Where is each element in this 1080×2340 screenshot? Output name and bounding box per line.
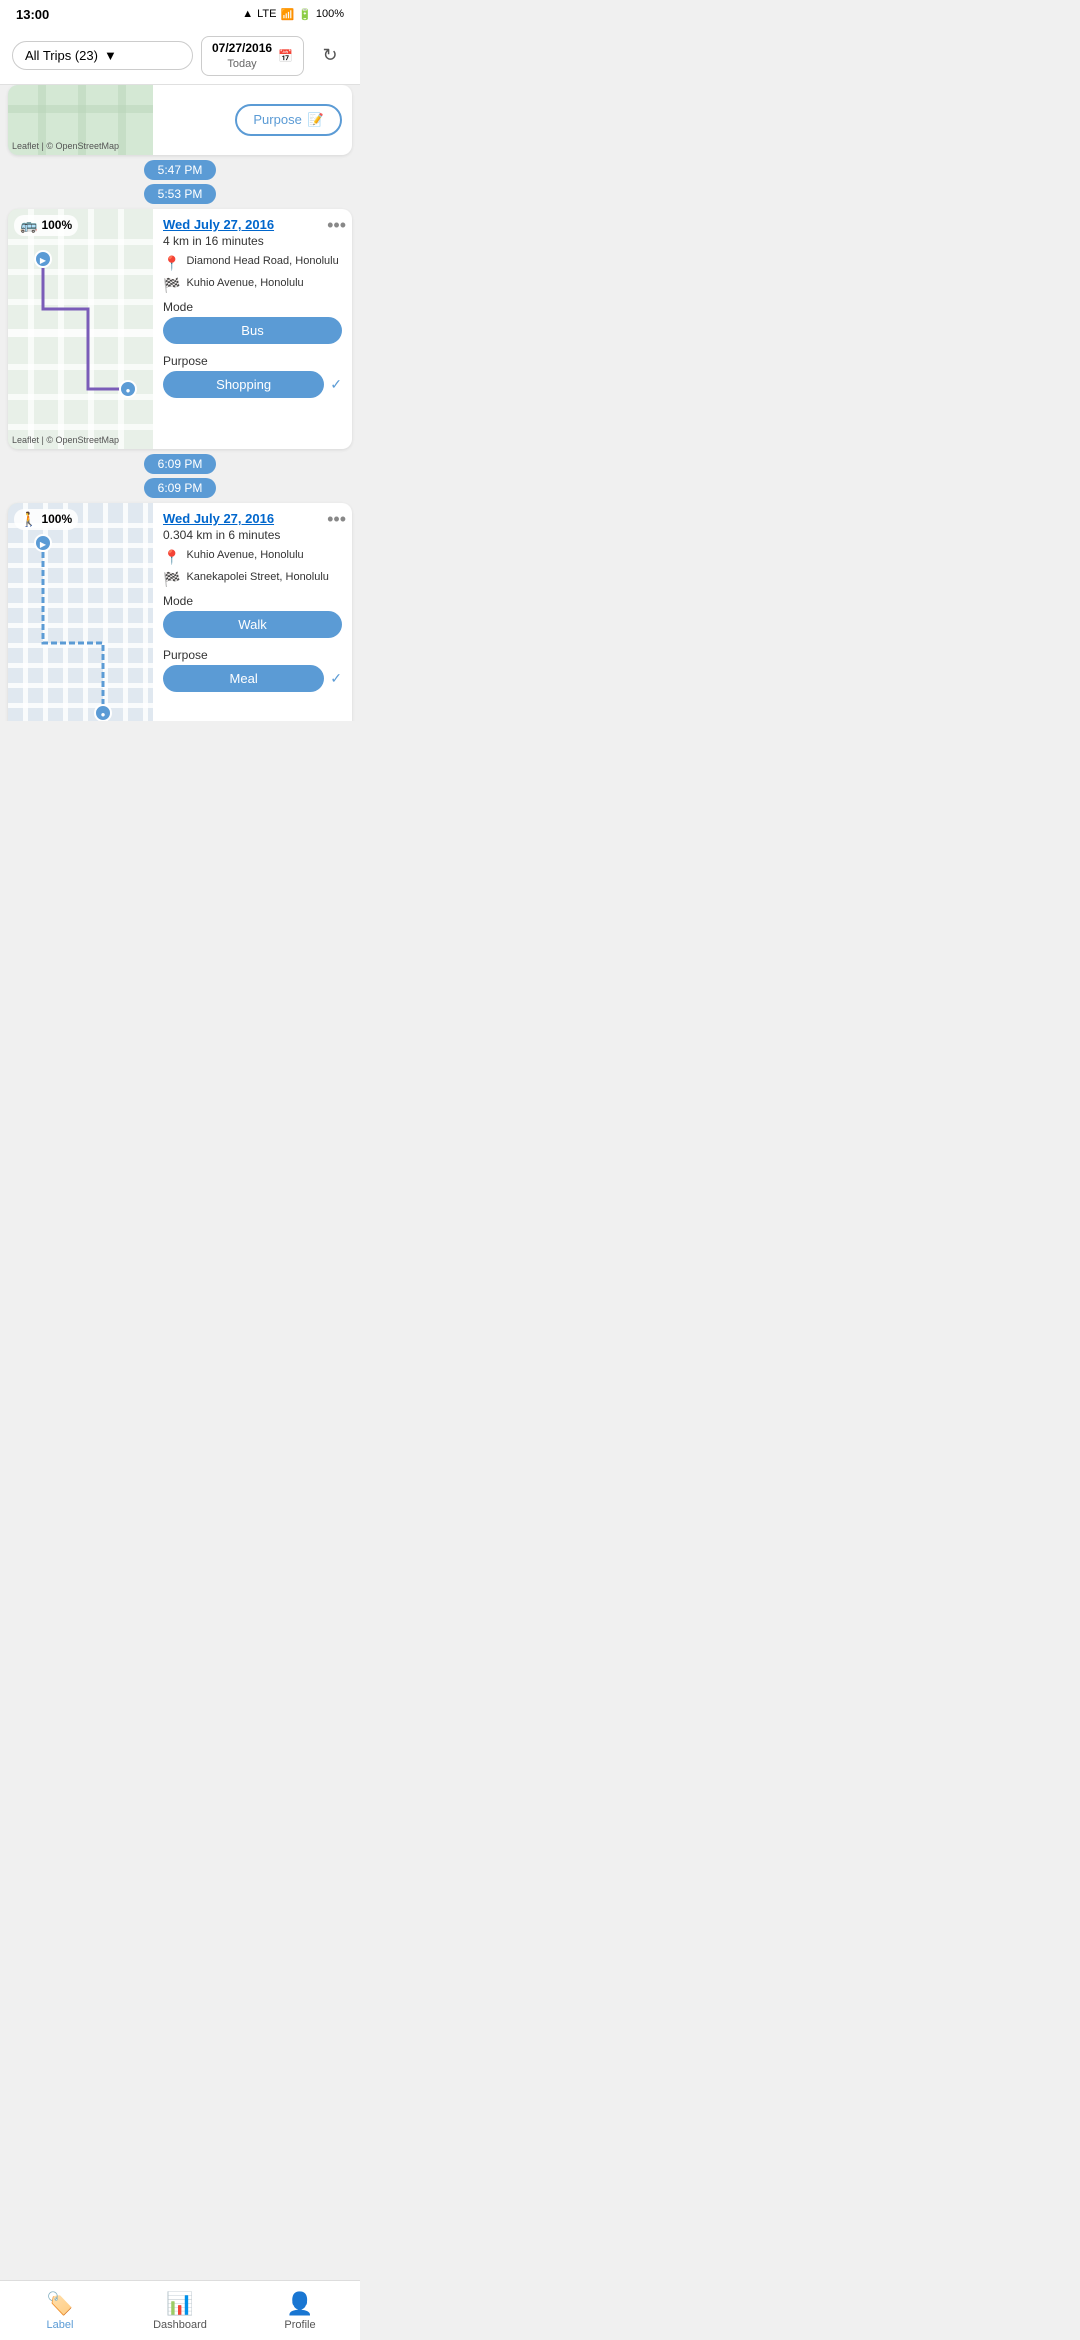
svg-text:●: ● (101, 710, 106, 719)
time-badge-547: 5:47 PM (0, 161, 360, 179)
more-button-bus[interactable]: ••• (327, 215, 346, 236)
trip-date-walk[interactable]: Wed July 27, 2016 (163, 511, 342, 526)
battery-icon: 🔋 (298, 8, 312, 21)
trips-dropdown[interactable]: All Trips (23) ▼ (12, 41, 193, 70)
date-text: 07/27/2016 Today (212, 41, 272, 71)
map-section-walk: ▶ ● 🚶 100% Leaflet | © OpenStreetMap (8, 503, 153, 721)
time-553: 5:53 PM (144, 184, 217, 204)
origin-icon-walk: 📍 (163, 549, 180, 566)
map-attr-bus: Leaflet | © OpenStreetMap (12, 435, 119, 445)
purpose-button-bus[interactable]: Shopping (163, 371, 324, 398)
to-text-walk: Kanekapolei Street, Honolulu (186, 570, 328, 584)
from-text-bus: Diamond Head Road, Honolulu (186, 254, 338, 268)
check-icon-bus: ✓ (330, 376, 342, 393)
svg-text:▶: ▶ (40, 256, 47, 265)
mode-label-bus: Mode (163, 300, 342, 314)
more-button-walk[interactable]: ••• (327, 509, 346, 530)
mode-badge-walk: 🚶 100% (14, 509, 78, 530)
purpose-label-top: Purpose (253, 112, 301, 127)
lte-label: LTE (257, 8, 276, 20)
check-icon-walk: ✓ (330, 670, 342, 687)
nav-item-dashboard[interactable]: 📊 Dashboard (120, 2281, 240, 2340)
refresh-button[interactable]: ↻ (312, 38, 348, 74)
nav-label-label: Label (47, 2319, 74, 2331)
bottom-nav: 🏷️ Label 📊 Dashboard 👤 Profile (0, 2280, 360, 2340)
time-609: 6:09 PM (144, 454, 217, 474)
status-time: 13:00 (16, 7, 49, 22)
to-location-bus: 🏁 Kuhio Avenue, Honolulu (163, 276, 342, 294)
trip-distance-bus: 4 km in 16 minutes (163, 234, 342, 248)
time-547: 5:47 PM (144, 160, 217, 180)
purpose-edit-icon: 📝 (308, 112, 324, 128)
status-bar: 13:00 ▲ LTE 📶 🔋 100% (0, 0, 360, 28)
calendar-icon: 📅 (278, 49, 293, 63)
purpose-button-top[interactable]: Purpose 📝 (235, 104, 342, 136)
map-section-bus: ▶ ● 🚌 100% Leaflet | © OpenStreetMap (8, 209, 153, 449)
status-icons: ▲ LTE 📶 🔋 100% (242, 8, 344, 21)
svg-text:▶: ▶ (40, 540, 47, 549)
trip-card-walk: ▶ ● 🚶 100% Leaflet | © OpenStreetMap •••… (8, 503, 352, 721)
mode-badge-bus: 🚌 100% (14, 215, 78, 236)
mode-button-bus[interactable]: Bus (163, 317, 342, 344)
svg-text:●: ● (126, 386, 131, 395)
partial-map: Leaflet | © OpenStreetMap (8, 85, 153, 155)
to-location-walk: 🏁 Kanekapolei Street, Honolulu (163, 570, 342, 588)
time-609b: 6:09 PM (144, 478, 217, 498)
date-value: 07/27/2016 (212, 41, 272, 57)
time-badge-553: 5:53 PM (0, 185, 360, 203)
battery-percent: 100% (316, 8, 344, 20)
profile-icon: 👤 (286, 2291, 313, 2317)
mode-label-walk: Mode (163, 594, 342, 608)
scroll-content: Leaflet | © OpenStreetMap Purpose 📝 5:47… (0, 85, 360, 721)
purpose-row-bus: Shopping ✓ (163, 371, 342, 398)
from-location-walk: 📍 Kuhio Avenue, Honolulu (163, 548, 342, 566)
partial-card-top: Leaflet | © OpenStreetMap Purpose 📝 (8, 85, 352, 155)
nav-item-profile[interactable]: 👤 Profile (240, 2281, 360, 2340)
nav-label-profile: Profile (284, 2319, 315, 2331)
trip-card-bus: ▶ ● 🚌 100% Leaflet | © OpenStreetMap •••… (8, 209, 352, 449)
purpose-row-walk: Meal ✓ (163, 665, 342, 692)
trips-label: All Trips (23) (25, 48, 98, 63)
info-section-bus: ••• Wed July 27, 2016 4 km in 16 minutes… (153, 209, 352, 449)
bus-percent: 100% (41, 218, 72, 232)
refresh-icon: ↻ (322, 45, 337, 66)
label-icon: 🏷️ (46, 2291, 73, 2317)
walk-percent: 100% (41, 512, 72, 526)
mode-button-walk[interactable]: Walk (163, 611, 342, 638)
trip-distance-walk: 0.304 km in 6 minutes (163, 528, 342, 542)
partial-info: Purpose 📝 (153, 85, 352, 155)
walk-icon: 🚶 (20, 511, 37, 528)
dashboard-icon: 📊 (166, 2291, 193, 2317)
top-bar: All Trips (23) ▼ 07/27/2016 Today 📅 ↻ (0, 28, 360, 85)
chevron-down-icon: ▼ (104, 48, 117, 63)
wifi-icon: ▲ (242, 8, 253, 20)
today-label: Today (212, 57, 272, 71)
from-location-bus: 📍 Diamond Head Road, Honolulu (163, 254, 342, 272)
purpose-button-walk[interactable]: Meal (163, 665, 324, 692)
bus-icon: 🚌 (20, 217, 37, 234)
nav-item-label[interactable]: 🏷️ Label (0, 2281, 120, 2340)
map-attribution: Leaflet | © OpenStreetMap (12, 141, 119, 151)
from-text-walk: Kuhio Avenue, Honolulu (186, 548, 303, 562)
time-badge-609: 6:09 PM (0, 455, 360, 473)
nav-label-dashboard: Dashboard (153, 2319, 207, 2331)
date-box[interactable]: 07/27/2016 Today 📅 (201, 36, 304, 76)
trip-date-bus[interactable]: Wed July 27, 2016 (163, 217, 342, 232)
purpose-label-walk: Purpose (163, 648, 342, 662)
signal-icon: 📶 (280, 8, 294, 21)
dest-icon-bus: 🏁 (163, 277, 180, 294)
dest-icon-walk: 🏁 (163, 571, 180, 588)
to-text-bus: Kuhio Avenue, Honolulu (186, 276, 303, 290)
info-section-walk: ••• Wed July 27, 2016 0.304 km in 6 minu… (153, 503, 352, 721)
time-badge-609b: 6:09 PM (0, 479, 360, 497)
purpose-label-bus: Purpose (163, 354, 342, 368)
origin-icon-bus: 📍 (163, 255, 180, 272)
